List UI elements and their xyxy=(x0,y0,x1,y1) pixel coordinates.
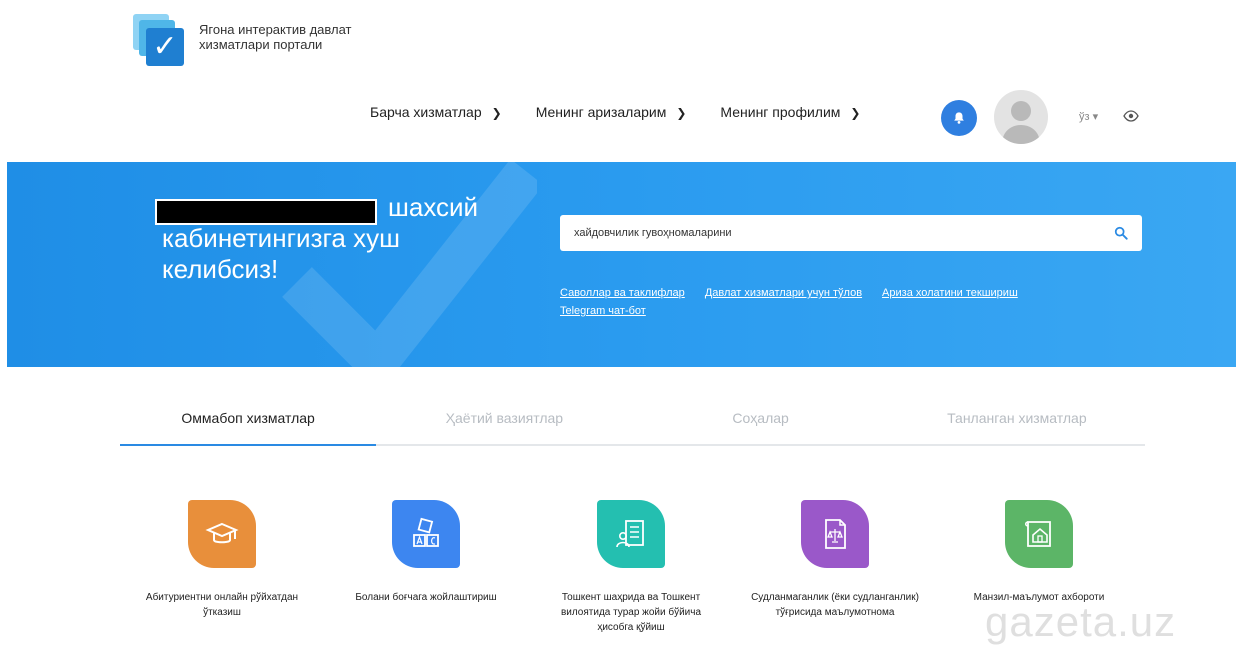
chevron-right-icon: ❯ xyxy=(491,106,502,120)
logo-line-2: хизматлари портали xyxy=(199,37,323,52)
tab-sectors[interactable]: Соҳалар xyxy=(633,400,889,444)
chevron-right-icon: ❯ xyxy=(676,106,687,120)
search-icon[interactable] xyxy=(1114,226,1128,240)
bell-icon xyxy=(954,112,964,124)
checkmark-logo-icon: ✓ xyxy=(133,14,185,66)
nav-all-services-label: Барча хизматлар xyxy=(370,104,482,120)
chevron-right-icon: ❯ xyxy=(850,106,861,120)
service-label: Судланмаганлик (ёки судланганлик) тўғрис… xyxy=(751,592,919,618)
nav-my-applications-label: Менинг аризаларим xyxy=(535,104,667,120)
link-application-status[interactable]: Ариза холатини текшириш xyxy=(882,284,1018,302)
service-icon-tile xyxy=(1005,500,1073,568)
service-icon-tile xyxy=(801,500,869,568)
tab-favorite-services[interactable]: Танланган хизматлар xyxy=(889,400,1145,444)
legal-document-icon xyxy=(825,519,846,549)
quick-links: Саволлар ва таклифлар Давлат хизматлари у… xyxy=(560,284,1160,320)
nav-my-applications[interactable]: Менинг аризаларим ❯ xyxy=(536,104,687,120)
service-icon-tile xyxy=(597,500,665,568)
service-residence-registration[interactable]: Тошкент шаҳрида ва Тошкент вилоятида тур… xyxy=(546,500,716,635)
eye-icon[interactable] xyxy=(1123,110,1139,122)
logo-text: Ягона интерактив давлат хизматлари порта… xyxy=(199,14,352,52)
chevron-down-icon: ▾ xyxy=(1092,111,1099,123)
abc-blocks-icon xyxy=(413,517,439,547)
link-service-payment[interactable]: Давлат хизматлари учун тўлов xyxy=(705,284,862,302)
tab-popular-services[interactable]: Оммабоп хизматлар xyxy=(120,400,377,446)
person-document-icon xyxy=(616,520,644,548)
search-input[interactable]: хайдовчилик гувоҳномаларини xyxy=(574,227,1114,239)
logo-line-1: Ягона интерактив давлат xyxy=(199,22,352,37)
portal-logo[interactable]: ✓ Ягона интерактив давлат хизматлари пор… xyxy=(133,14,352,66)
service-address-information[interactable]: Манзил-маълумот ахбороти xyxy=(954,500,1124,605)
service-label: Болани боғчага жойлаштириш xyxy=(355,592,497,603)
nav-all-services[interactable]: Барча хизматлар ❯ xyxy=(370,104,502,120)
watermark-text: gazeta.uz xyxy=(985,598,1177,645)
service-icon-tile xyxy=(392,500,460,568)
link-telegram-bot[interactable]: Telegram чат-бот xyxy=(560,302,646,320)
language-selector[interactable]: ўз ▾ xyxy=(1079,110,1098,123)
service-tabs: Оммабоп хизматлар Ҳаётий вазиятлар Соҳал… xyxy=(120,400,1145,446)
service-criminal-record-certificate[interactable]: Судланмаганлик (ёки судланганлик) тўғрис… xyxy=(750,500,920,620)
top-navigation: Барча хизматлар ❯ Менинг аризаларим ❯ Мени… xyxy=(370,104,894,120)
notifications-button[interactable] xyxy=(941,100,977,136)
redacted-user-name xyxy=(155,199,377,225)
link-questions-suggestions[interactable]: Саволлар ва таклифлар xyxy=(560,284,685,302)
service-applicant-registration[interactable]: Абитуриентни онлайн рўйхатдан ўтказиш xyxy=(137,500,307,620)
nav-my-profile-label: Менинг профилим xyxy=(720,104,841,120)
service-icon-tile xyxy=(188,500,256,568)
user-avatar[interactable] xyxy=(994,90,1048,144)
house-plan-icon xyxy=(1025,521,1051,547)
language-label: ўз xyxy=(1079,111,1090,123)
search-box[interactable]: хайдовчилик гувоҳномаларини xyxy=(560,215,1142,251)
user-silhouette-icon xyxy=(1002,101,1040,144)
tab-life-situations[interactable]: Ҳаётий вазиятлар xyxy=(376,400,632,444)
service-kindergarten-enrollment[interactable]: Болани боғчага жойлаштириш xyxy=(341,500,511,605)
nav-my-profile[interactable]: Менинг профилим ❯ xyxy=(720,104,860,120)
service-label: Абитуриентни онлайн рўйхатдан ўтказиш xyxy=(145,592,299,618)
welcome-banner: шахсий кабинетингизга хуш келибсиз! хайд… xyxy=(7,162,1236,367)
graduation-cap-icon xyxy=(205,522,239,544)
service-label: Тошкент шаҳрида ва Тошкент вилоятида тур… xyxy=(560,592,702,633)
